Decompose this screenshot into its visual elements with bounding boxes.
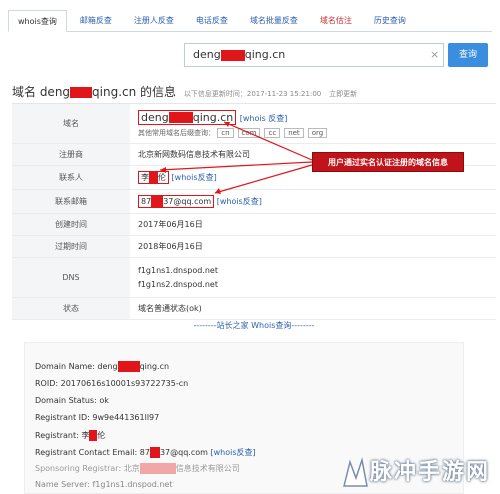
raw-registrant-prefix: Registrant: 李: [35, 431, 90, 440]
domain-prefix: deng: [141, 110, 169, 124]
row-label: 创建时间: [12, 214, 130, 235]
annotation-callout: 用户通过实名认证注册的域名信息: [312, 152, 464, 172]
tab-bar: whois查询 邮箱反查 注册人反查 电话反查 域名批量反查 域名估注 历史查询: [8, 10, 492, 32]
whois-table: 域名 deng qing.cn [whois 反查] 其他常用域名后缀查询： cn…: [12, 103, 496, 320]
expires-value: 2018年06月16日: [138, 242, 203, 251]
search-input[interactable]: deng qing.cn: [184, 43, 444, 67]
raw-nameserver: Name Server: f1g1ns1.dnspod.net: [35, 480, 173, 489]
email-prefix: 87: [141, 197, 152, 206]
row-label: 域名: [12, 104, 130, 143]
domain-suffix: qing.cn: [192, 110, 234, 124]
tab-domain-estimate[interactable]: 域名估注: [310, 10, 361, 31]
whois-reverse-link[interactable]: [whois 反查]: [240, 114, 288, 123]
email-reverse-link[interactable]: [whois反查]: [217, 197, 262, 206]
redaction: [220, 49, 245, 61]
tab-email-reverse[interactable]: 邮箱反查: [70, 10, 121, 31]
dns-value: f1g1ns2.dnspod.net: [138, 280, 218, 289]
redaction: [149, 172, 158, 183]
raw-domain: Domain Name: deng qing.cn: [35, 361, 169, 372]
watermark-logo-icon: [343, 457, 368, 487]
row-label: 状态: [12, 298, 130, 319]
raw-roid: ROID: 20170616s10001s93722735-cn: [35, 379, 189, 388]
table-row: 状态 域名普通状态(ok): [12, 298, 496, 320]
redaction: [151, 196, 164, 207]
row-label: 注册商: [12, 144, 130, 165]
table-row: DNS f1g1ns1.dnspod.net f1g1ns2.dnspod.ne…: [12, 258, 496, 298]
raw-sponsor-prefix: Sponsoring Registrar: 北京: [35, 464, 140, 473]
status-value: 域名普通状态(ok): [138, 304, 202, 313]
contact-suffix: 伦: [158, 173, 166, 182]
suffix-org[interactable]: org: [307, 127, 328, 138]
raw-email-suffix: 37@qq.com: [159, 448, 208, 457]
raw-domain-prefix: Domain Name: deng: [35, 362, 118, 371]
table-row: 过期时间 2018年06月16日: [12, 236, 496, 258]
row-label: 过期时间: [12, 236, 130, 257]
dns-value: f1g1ns1.dnspod.net: [138, 266, 218, 275]
contact-reverse-link[interactable]: [whois反查]: [172, 173, 217, 182]
watermark: 脉冲手游网: [369, 460, 490, 485]
row-value: deng qing.cn [whois 反查] 其他常用域名后缀查询： cn com…: [130, 104, 496, 143]
table-row: 域名 deng qing.cn [whois 反查] 其他常用域名后缀查询： cn…: [12, 104, 496, 144]
suffix-com[interactable]: com: [237, 127, 261, 138]
page-title: 域名 deng qing.cn 的信息 以下信息更新时间：2017-11-23 1…: [12, 83, 357, 100]
email-suffix: 37@qq.com: [163, 197, 212, 206]
row-label: 联系邮箱: [12, 190, 130, 213]
clear-icon[interactable]: ×: [430, 43, 439, 67]
raw-domain-suffix: qing.cn: [139, 362, 170, 371]
raw-status: Domain Status: ok: [35, 396, 109, 405]
created-value: 2017年06月16日: [138, 220, 203, 229]
tab-batch-reverse[interactable]: 域名批量反查: [240, 10, 307, 31]
section-divider: --------站长之家 Whois查询--------: [193, 321, 315, 330]
domain-value: deng qing.cn: [138, 109, 237, 125]
row-label: 联系人: [12, 166, 130, 189]
email-value: 87 37@qq.com: [138, 195, 215, 208]
suffix-cc[interactable]: cc: [264, 127, 281, 138]
search-value-prefix: deng: [193, 48, 221, 61]
raw-sponsor: Sponsoring Registrar: 北京 信息技术有限公司: [35, 463, 240, 474]
suffix-net[interactable]: net: [284, 127, 304, 138]
tab-history[interactable]: 历史查询: [364, 10, 415, 31]
tab-whois[interactable]: whois查询: [8, 10, 67, 32]
redaction: [168, 112, 193, 123]
other-suffix-label: 其他常用域名后缀查询：: [138, 128, 215, 137]
row-value: 87 37@qq.com [whois反查]: [130, 190, 496, 213]
update-time: 以下信息更新时间：2017-11-23 15:21:00: [183, 90, 322, 98]
title-suffix: qing.cn 的信息: [92, 85, 177, 99]
raw-email-prefix: Registrant Contact Email: 87: [35, 448, 150, 457]
table-row: 联系邮箱 87 37@qq.com [whois反查]: [12, 190, 496, 214]
redaction: [70, 87, 93, 98]
tab-registrant-reverse[interactable]: 注册人反查: [124, 10, 183, 31]
search-value-suffix: qing.cn: [244, 48, 286, 61]
redaction: [149, 447, 160, 458]
search-button[interactable]: 查询: [448, 43, 488, 67]
contact-prefix: 李: [141, 173, 149, 182]
redaction: [139, 463, 176, 474]
raw-registrant-id: Registrant ID: 9w9e441361ll97: [35, 413, 160, 422]
table-row: 创建时间 2017年06月16日: [12, 214, 496, 236]
raw-sponsor-suffix: 信息技术有限公司: [175, 464, 240, 473]
search-row: deng qing.cn × 查询: [184, 43, 490, 67]
row-label: DNS: [12, 258, 130, 297]
tab-phone-reverse[interactable]: 电话反查: [186, 10, 237, 31]
raw-registrant-suffix: 伦: [97, 431, 106, 440]
contact-value: 李伦: [138, 171, 169, 184]
row-value: f1g1ns1.dnspod.net f1g1ns2.dnspod.net: [130, 258, 496, 297]
raw-email-link[interactable]: [whois反查]: [210, 448, 255, 457]
other-suffixes: 其他常用域名后缀查询： cn com cc net org: [138, 127, 496, 138]
redaction: [117, 361, 140, 372]
raw-email: Registrant Contact Email: 87 37@qq.com [w…: [35, 447, 256, 458]
refresh-link[interactable]: 立即更新: [329, 90, 357, 98]
suffix-cn[interactable]: cn: [217, 127, 234, 138]
title-prefix: 域名 deng: [12, 85, 71, 99]
raw-registrant: Registrant: 李伦: [35, 430, 105, 441]
